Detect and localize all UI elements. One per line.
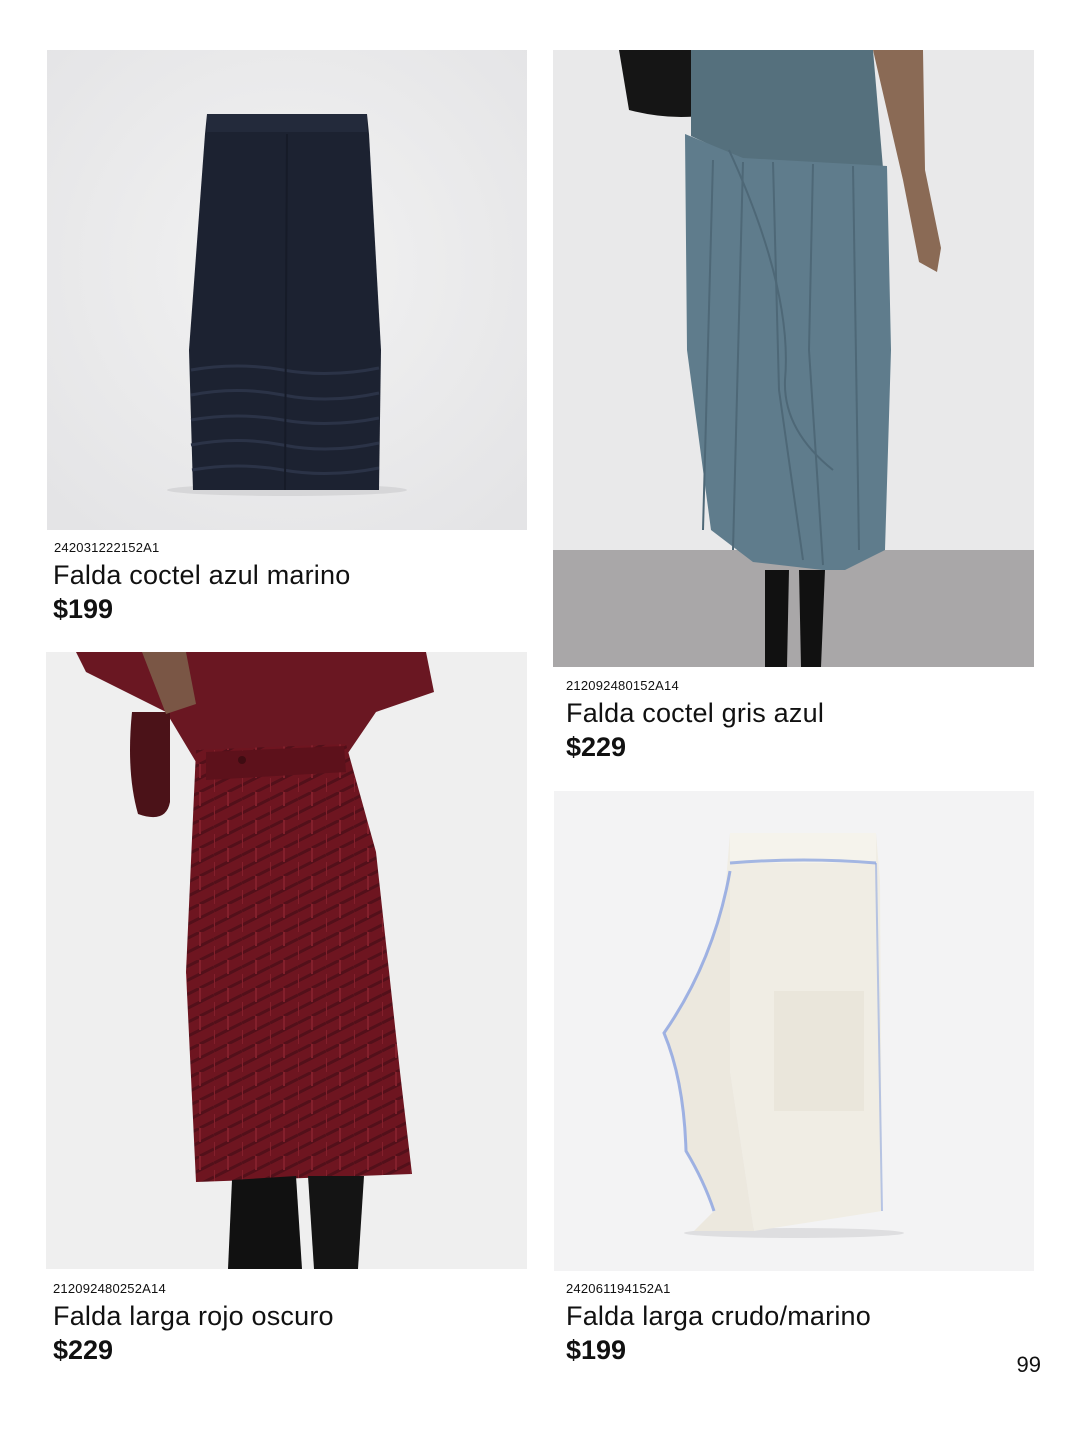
product-sku: 242061194152A1 <box>566 1281 671 1296</box>
product-sku: 212092480252A14 <box>53 1281 166 1296</box>
product-price: $229 <box>53 1335 114 1365</box>
product-name[interactable]: Falda coctel azul marino <box>53 560 350 591</box>
ecru-skirt-illustration <box>554 791 1034 1271</box>
grey-blue-skirt-illustration <box>553 50 1034 667</box>
product-price: $229 <box>566 732 627 762</box>
product-image-navy-skirt[interactable] <box>47 50 527 530</box>
product-name[interactable]: Falda coctel gris azul <box>566 698 824 729</box>
dark-red-skirt-illustration <box>46 652 527 1269</box>
product-price: $199 <box>566 1335 627 1365</box>
product-sku: 212092480152A14 <box>566 678 679 693</box>
product-price: $199 <box>53 594 114 624</box>
page-number: 99 <box>1016 1352 1041 1377</box>
product-sku: 242031222152A1 <box>54 540 160 555</box>
product-image-dark-red-skirt[interactable] <box>46 652 527 1269</box>
navy-skirt-illustration <box>47 50 527 530</box>
product-image-ecru-skirt[interactable] <box>554 791 1034 1271</box>
product-name[interactable]: Falda larga crudo/marino <box>566 1301 871 1332</box>
product-name[interactable]: Falda larga rojo oscuro <box>53 1301 334 1332</box>
product-image-grey-blue-skirt[interactable] <box>553 50 1034 667</box>
